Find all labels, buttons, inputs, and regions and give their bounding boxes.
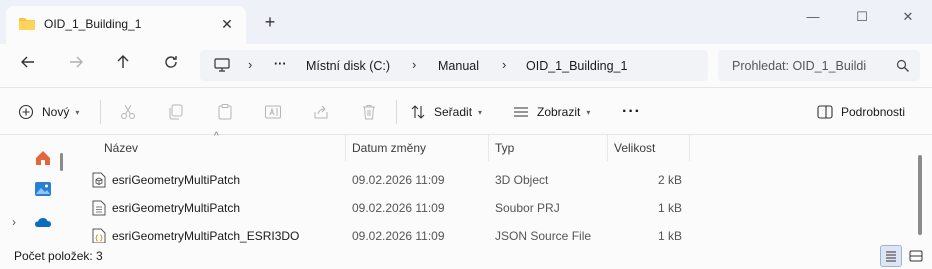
address-bar[interactable]: › ··· Místní disk (C:) › Manual › OID_1_…: [200, 50, 708, 81]
plus-icon[interactable]: +: [262, 13, 278, 31]
file-name: esriGeometryMultiPatch: [112, 201, 241, 215]
breadcrumb-current-folder[interactable]: OID_1_Building_1: [526, 59, 627, 73]
onedrive-icon[interactable]: [34, 213, 52, 231]
column-header: ^ Název Datum změny Typ Velikost: [72, 131, 912, 161]
view-label: Zobrazit: [537, 105, 581, 119]
paste-icon[interactable]: [216, 103, 234, 121]
chevron-down-icon: ▾: [75, 107, 80, 117]
column-name[interactable]: Název: [98, 135, 346, 161]
address-ellipsis[interactable]: ···: [274, 57, 287, 71]
json-file-icon: [92, 228, 106, 244]
plus-circle-icon: [18, 104, 34, 120]
details-pane-button[interactable]: Podrobnosti: [817, 102, 905, 122]
divider: [396, 100, 397, 124]
chevron-down-icon: ▾: [478, 107, 483, 117]
chevron-right-icon[interactable]: ›: [502, 57, 506, 72]
folder-icon: [19, 18, 35, 30]
file-type: Soubor PRJ: [495, 201, 560, 215]
breadcrumb-local-disk[interactable]: Místní disk (C:): [306, 59, 390, 73]
details-view-icon: [886, 251, 896, 262]
file-name: esriGeometryMultiPatch_ESRI3DO: [112, 229, 300, 243]
tiles-view-button[interactable]: [905, 245, 927, 267]
column-size[interactable]: Velikost: [608, 135, 690, 161]
file-size: 2 kB: [657, 173, 682, 187]
computer-icon[interactable]: [214, 58, 230, 72]
navigation-pane: ›: [0, 135, 70, 243]
minimize-icon[interactable]: —: [798, 8, 828, 28]
breadcrumb-manual[interactable]: Manual: [438, 59, 479, 73]
file-size: 1 kB: [657, 229, 682, 243]
delete-icon[interactable]: [360, 103, 378, 121]
refresh-icon[interactable]: [160, 54, 182, 76]
column-type[interactable]: Typ: [489, 135, 608, 161]
vertical-scrollbar[interactable]: [918, 155, 922, 235]
copy-icon[interactable]: [167, 103, 185, 121]
arrow-right-icon[interactable]: [65, 54, 87, 76]
details-label: Podrobnosti: [841, 105, 906, 119]
search-icon[interactable]: [896, 59, 910, 73]
maximize-icon[interactable]: ☐: [847, 8, 877, 28]
chevron-right-icon[interactable]: ›: [412, 57, 416, 72]
cut-icon[interactable]: [119, 103, 137, 121]
3d-object-icon: [92, 172, 106, 188]
file-row[interactable]: esriGeometryMultiPatch 09.02.2026 11:09 …: [88, 194, 688, 222]
sort-icon: [411, 105, 425, 119]
text-file-icon: [92, 200, 106, 216]
command-bar: Nový ▾ Seřadit ▾ Zobrazit ▾ ··· Podrobno…: [0, 87, 932, 135]
arrow-left-icon[interactable]: [17, 54, 39, 76]
close-icon[interactable]: ✕: [220, 17, 234, 31]
gallery-icon[interactable]: [34, 180, 52, 198]
file-date: 09.02.2026 11:09: [352, 173, 445, 187]
file-view: › ^ Název Datum změny Typ Velikost esriG…: [0, 131, 932, 244]
tab-title: OID_1_Building_1: [44, 17, 142, 31]
more-options-button[interactable]: ···: [622, 102, 641, 122]
chevron-down-icon: ▾: [586, 107, 591, 117]
new-label: Nový: [42, 105, 70, 119]
file-type: 3D Object: [495, 173, 549, 187]
close-window-icon[interactable]: ✕: [893, 8, 923, 28]
tiles-view-icon: [909, 250, 923, 262]
file-date: 09.02.2026 11:09: [352, 201, 445, 215]
details-pane-icon: [817, 105, 833, 119]
navigation-bar: › ··· Místní disk (C:) › Manual › OID_1_…: [0, 44, 932, 87]
details-view-button[interactable]: [880, 245, 902, 267]
home-icon[interactable]: [34, 149, 52, 167]
file-row[interactable]: esriGeometryMultiPatch 09.02.2026 11:09 …: [88, 166, 688, 194]
rename-icon[interactable]: [264, 103, 282, 121]
search-input[interactable]: Prohledat: OID_1_Buildi: [718, 50, 920, 81]
title-bar: OID_1_Building_1 ✕ + — ☐ ✕: [0, 0, 932, 44]
search-placeholder: Prohledat: OID_1_Buildi: [732, 59, 867, 73]
sort-button[interactable]: Seřadit ▾: [410, 102, 482, 122]
new-button[interactable]: Nový ▾: [18, 102, 79, 122]
status-bar: Počet položek: 3: [0, 243, 932, 269]
view-icon: [514, 107, 528, 117]
arrow-up-icon[interactable]: [112, 54, 134, 76]
sidebar-scrollbar[interactable]: [60, 153, 63, 171]
chevron-right-icon[interactable]: ›: [12, 215, 16, 229]
tab-oid-1-building-1[interactable]: OID_1_Building_1 ✕: [6, 6, 246, 44]
chevron-right-icon[interactable]: ›: [248, 57, 252, 72]
view-button[interactable]: Zobrazit ▾: [513, 102, 590, 122]
file-type: JSON Source File: [495, 229, 592, 243]
item-count: Počet položek: 3: [14, 249, 103, 263]
divider: [100, 100, 101, 124]
sort-label: Seřadit: [434, 105, 473, 119]
share-icon[interactable]: [312, 103, 330, 121]
file-size: 1 kB: [657, 201, 682, 215]
column-date[interactable]: Datum změny: [346, 135, 489, 161]
file-name: esriGeometryMultiPatch: [112, 173, 241, 187]
file-date: 09.02.2026 11:09: [352, 229, 445, 243]
